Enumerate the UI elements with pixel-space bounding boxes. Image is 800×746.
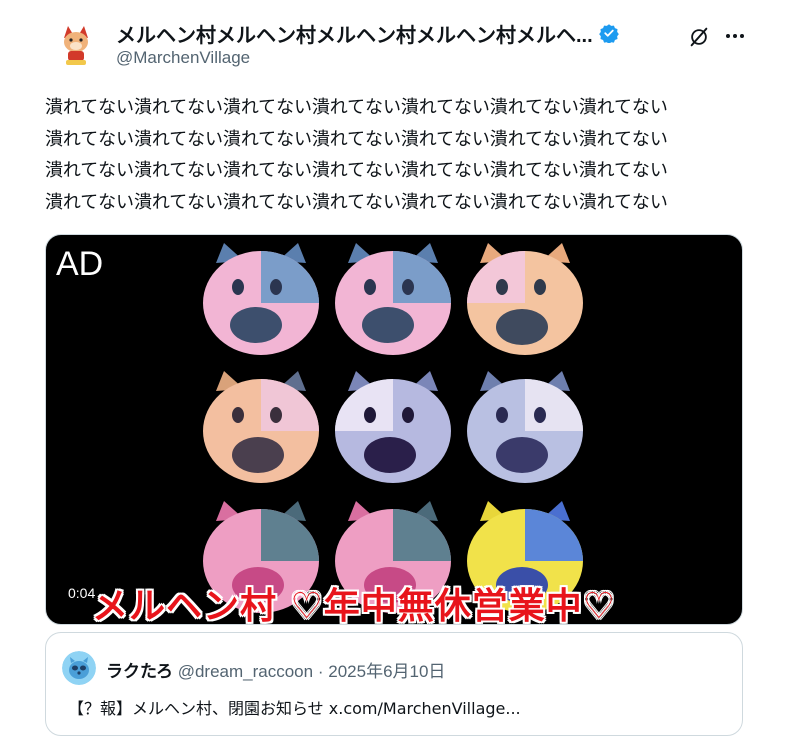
pig-face-image	[467, 371, 583, 483]
grok-icon[interactable]	[688, 26, 710, 48]
ad-label: AD	[56, 245, 104, 283]
pig-face-image	[203, 371, 319, 483]
raccoon-avatar-icon[interactable]	[62, 651, 96, 685]
tweet-header: メルヘン村メルヘン村メルヘン村メルヘン村メルヘ... @MarchenVilla…	[50, 12, 750, 72]
author-handle[interactable]: @MarchenVillage	[116, 48, 250, 68]
meta-separator: ·	[317, 662, 324, 681]
tweet-text-line: 潰れてない潰れてない潰れてない潰れてない潰れてない潰れてない潰れてない	[45, 97, 668, 118]
mascot-avatar-icon[interactable]	[50, 18, 102, 70]
pig-face-image	[335, 371, 451, 483]
quoted-tweet-meta: ラクたろ @dream_raccoon · 2025年6月10日	[106, 657, 445, 682]
tweet-text-line: 潰れてない潰れてない潰れてない潰れてない潰れてない潰れてない潰れてない	[45, 191, 668, 213]
verified-badge-icon	[598, 24, 619, 43]
tweet-text: 潰れてない潰れてない潰れてない潰れてない潰れてない潰れてない潰れてない 潰れてな…	[45, 92, 755, 218]
pig-face-image	[335, 243, 451, 355]
quoted-tweet[interactable]: ラクたろ @dream_raccoon · 2025年6月10日 【？報】メルヘ…	[45, 632, 743, 736]
quoted-tweet-date[interactable]: 2025年6月10日	[328, 662, 445, 681]
quoted-tweet-text: 【？報】メルヘン村、閉園お知らせ x.com/MarchenVillage...	[68, 699, 521, 718]
video-player[interactable]: AD 0:04 メルヘン村 ♡年中無休営業中♡	[45, 234, 743, 625]
more-icon[interactable]	[722, 24, 748, 48]
author-display-name[interactable]: メルヘン村メルヘン村メルヘン村メルヘン村メルヘ...	[116, 19, 593, 48]
quoted-author-name[interactable]: ラクたろ	[106, 662, 173, 681]
tweet-text-line: 潰れてない潰れてない潰れてない潰れてない潰れてない潰れてない潰れてない	[45, 160, 668, 181]
video-caption: メルヘン村 ♡年中無休営業中♡	[92, 586, 617, 625]
quoted-author-handle[interactable]: @dream_raccoon	[178, 662, 313, 681]
pig-face-image	[203, 243, 319, 355]
pig-face-image	[467, 243, 583, 355]
tweet-text-line: 潰れてない潰れてない潰れてない潰れてない潰れてない潰れてない潰れてない	[45, 128, 668, 150]
author-name-row: メルヘン村メルヘン村メルヘン村メルヘン村メルヘ...	[116, 19, 676, 48]
